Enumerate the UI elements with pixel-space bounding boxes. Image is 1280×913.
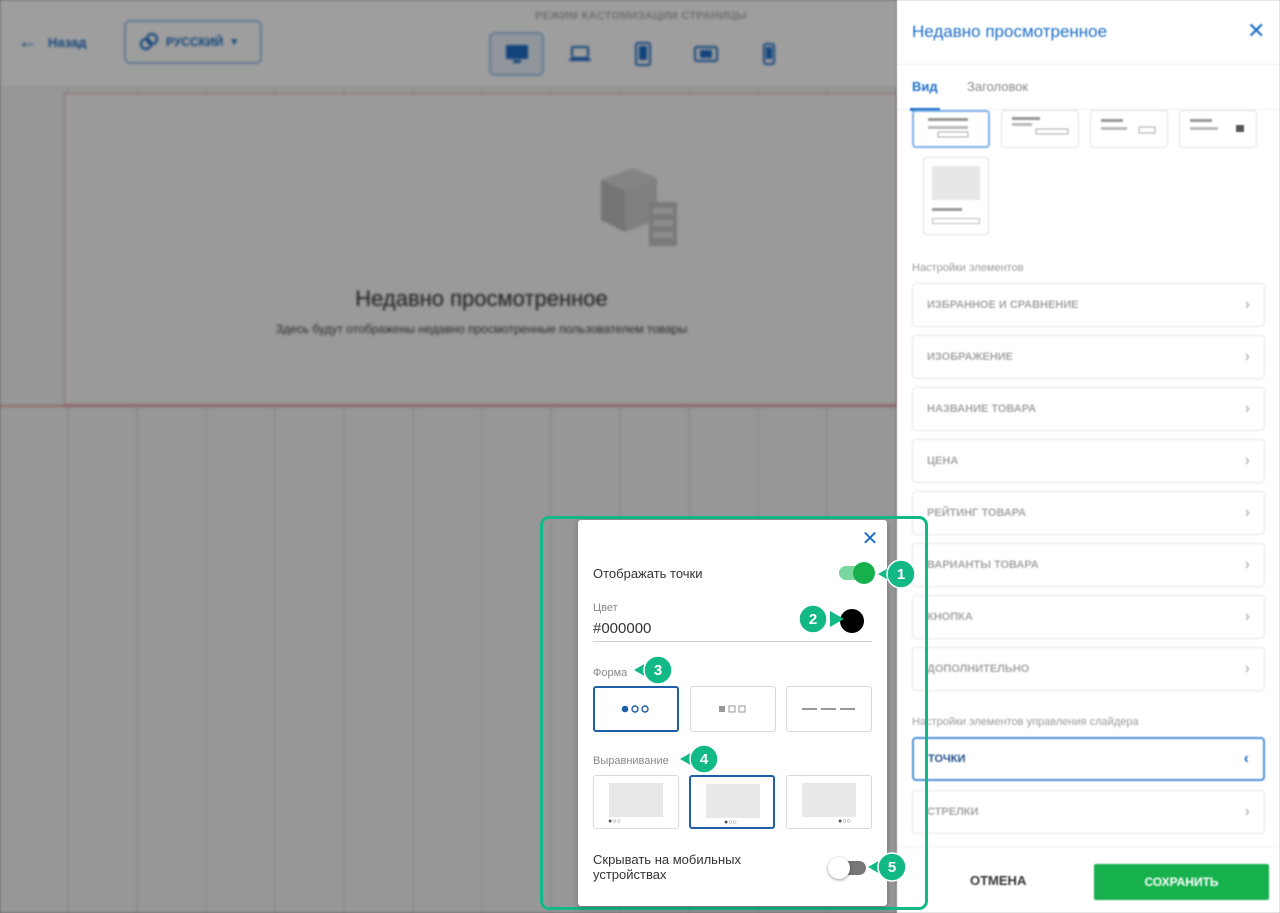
row-label: КНОПКА xyxy=(927,611,973,623)
dots-shape-icon xyxy=(621,705,649,713)
slider-section-label: Настройки элементов управления слайдера xyxy=(912,716,1139,728)
tab-view[interactable]: Вид xyxy=(912,79,938,94)
row-label: ТОЧКИ xyxy=(928,753,966,765)
layout-preview-icon xyxy=(1101,119,1156,134)
thumb-line xyxy=(932,208,962,211)
color-input[interactable]: #000000 xyxy=(593,620,651,637)
settings-row-rating[interactable]: РЕЙТИНГ ТОВАРА › xyxy=(912,491,1265,535)
callout-marker-2: 2 xyxy=(798,604,844,634)
toggle-knob xyxy=(828,857,850,879)
callout-number: 5 xyxy=(888,859,896,876)
thumb-line xyxy=(932,218,980,224)
alignment-dots-right: ●○○ xyxy=(838,818,851,825)
settings-row-favorites[interactable]: ИЗБРАННОЕ И СРАВНЕНИЕ › xyxy=(912,283,1265,327)
toggle-knob xyxy=(853,562,875,584)
chevron-right-icon: › xyxy=(1244,400,1250,417)
layout-option-2[interactable] xyxy=(1001,110,1079,148)
callout-marker-3: 3 xyxy=(634,655,673,685)
settings-row-image[interactable]: ИЗОБРАЖЕНИЕ › xyxy=(912,335,1265,379)
callout-number: 1 xyxy=(897,566,905,583)
row-label: НАЗВАНИЕ ТОВАРА xyxy=(927,403,1037,415)
shape-option-lines[interactable] xyxy=(786,686,872,732)
settings-row-button[interactable]: КНОПКА › xyxy=(912,595,1265,639)
settings-row-dots[interactable]: ТОЧКИ ‹ xyxy=(912,737,1265,781)
squares-shape-icon xyxy=(719,705,746,713)
row-label: ИЗОБРАЖЕНИЕ xyxy=(927,351,1013,363)
save-button[interactable]: СОХРАНИТЬ xyxy=(1094,864,1269,900)
row-label: ВАРИАНТЫ ТОВАРА xyxy=(927,559,1039,571)
color-input-underline xyxy=(593,641,872,642)
callout-marker-4: 4 xyxy=(680,744,719,774)
elements-section-label: Настройки элементов xyxy=(912,262,1024,274)
chevron-right-icon: › xyxy=(1244,504,1250,521)
layout-preview-icon xyxy=(1190,119,1244,132)
image-placeholder-icon xyxy=(932,166,980,200)
layout-option-1[interactable] xyxy=(912,110,990,148)
shape-option-squares[interactable] xyxy=(690,686,776,732)
shape-option-dots[interactable] xyxy=(593,686,679,732)
dots-settings-popup: ✕ Отображать точки Цвет #000000 Форма Вы… xyxy=(578,520,887,906)
hide-mobile-label: Скрывать на мобильных устройствах xyxy=(593,852,741,882)
chevron-right-icon: › xyxy=(1244,452,1250,469)
show-dots-label: Отображать точки xyxy=(593,566,703,581)
lines-shape-icon xyxy=(802,708,855,710)
alignment-dots-left: ●○○ xyxy=(608,818,621,825)
panel-tabs: Вид Заголовок xyxy=(897,64,1280,111)
settings-panel: Недавно просмотренное ✕ Вид Заголовок На… xyxy=(897,0,1280,913)
settings-row-product-name[interactable]: НАЗВАНИЕ ТОВАРА › xyxy=(912,387,1265,431)
layout-option-4[interactable] xyxy=(1179,110,1257,148)
alignment-dots-center: ●○○ xyxy=(724,819,737,826)
callout-number: 3 xyxy=(654,662,662,679)
chevron-right-icon: › xyxy=(1244,556,1250,573)
callout-number: 4 xyxy=(700,751,709,768)
row-label: РЕЙТИНГ ТОВАРА xyxy=(927,507,1027,519)
chevron-right-icon: › xyxy=(1244,608,1250,625)
layout-option-3[interactable] xyxy=(1090,110,1168,148)
chevron-right-icon: › xyxy=(1244,348,1250,365)
layout-option-5[interactable] xyxy=(923,157,989,235)
chevron-right-icon: › xyxy=(1244,803,1250,820)
layout-preview-icon xyxy=(928,118,969,138)
settings-row-price[interactable]: ЦЕНА › xyxy=(912,439,1265,483)
shape-label: Форма xyxy=(593,667,628,679)
close-icon[interactable]: ✕ xyxy=(859,528,881,550)
color-label: Цвет xyxy=(593,602,618,614)
callout-marker-5: 5 xyxy=(868,852,907,882)
image-placeholder-icon xyxy=(706,784,760,818)
panel-title: Недавно просмотренное xyxy=(912,22,1108,41)
layout-preview-icon xyxy=(1012,117,1069,135)
image-placeholder-icon xyxy=(802,783,856,817)
chevron-right-icon: › xyxy=(1244,296,1250,313)
settings-row-variants[interactable]: ВАРИАНТЫ ТОВАРА › xyxy=(912,543,1265,587)
alignment-center[interactable]: ●○○ xyxy=(689,775,775,829)
settings-row-additional[interactable]: ДОПОЛНИТЕЛЬНО › xyxy=(912,647,1265,691)
show-dots-toggle[interactable] xyxy=(839,562,875,584)
cancel-button[interactable]: ОТМЕНА xyxy=(970,873,1026,888)
row-label: СТРЕЛКИ xyxy=(927,806,979,818)
hide-mobile-toggle[interactable] xyxy=(828,857,866,879)
callout-number: 2 xyxy=(809,611,817,628)
settings-row-arrows[interactable]: СТРЕЛКИ › xyxy=(912,790,1265,834)
chevron-right-icon: › xyxy=(1244,660,1250,677)
callout-marker-1: 1 xyxy=(878,559,916,589)
chevron-left-icon: ‹ xyxy=(1243,750,1249,767)
alignment-label: Выравнивание xyxy=(593,755,669,767)
image-placeholder-icon xyxy=(609,783,663,817)
alignment-right[interactable]: ●○○ xyxy=(786,775,872,829)
panel-footer: ОТМЕНА СОХРАНИТЬ xyxy=(897,846,1280,913)
close-icon[interactable]: ✕ xyxy=(1247,18,1265,44)
row-label: ДОПОЛНИТЕЛЬНО xyxy=(927,663,1030,675)
row-label: ИЗБРАННОЕ И СРАВНЕНИЕ xyxy=(927,299,1079,311)
tab-header[interactable]: Заголовок xyxy=(967,79,1028,94)
alignment-left[interactable]: ●○○ xyxy=(593,775,679,829)
row-label: ЦЕНА xyxy=(927,455,959,467)
